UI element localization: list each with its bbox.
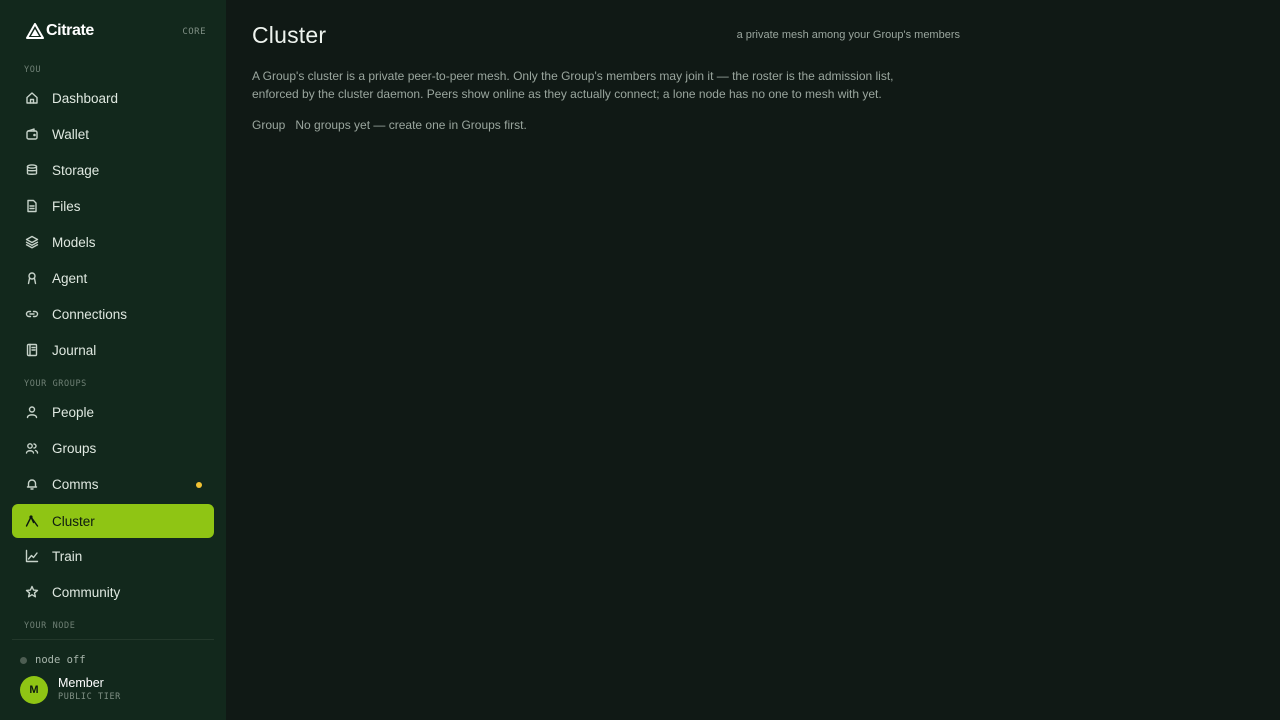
sidebar-item-label: Storage [52,162,100,178]
sidebar-item-train[interactable]: Train [12,539,214,573]
sidebar-item-label: Dashboard [52,90,119,106]
section-label-groups: YOUR GROUPS [24,379,87,389]
brand-logo[interactable]: Citrate [26,21,94,41]
section-label-node: YOUR NODE [24,621,76,631]
main-content: Cluster a private mesh among your Group'… [226,0,1280,720]
link-icon [25,307,39,321]
bell-icon [25,477,39,491]
sidebar-item-files[interactable]: Files [12,189,214,223]
sidebar-item-label: Comms [52,476,99,492]
sidebar-item-label: Agent [52,270,88,286]
sidebar-item-cluster[interactable]: Cluster [12,504,214,538]
user-tier: PUBLIC TIER [58,692,121,702]
page-title: Cluster [252,22,327,48]
group-label: Group [252,118,286,132]
file-icon [25,199,39,213]
sidebar-item-label: Wallet [52,126,90,142]
sidebar-item-agent[interactable]: Agent [12,261,214,295]
sidebar-item-label: Journal [52,342,97,358]
sidebar-item-label: Models [52,234,96,250]
sidebar: Citrate CORE YOU Dashboard Wallet Storag… [0,0,226,720]
sidebar-item-label: Groups [52,440,97,456]
node-status-label: node off [35,654,86,666]
status-dot [20,656,27,664]
sidebar-item-people[interactable]: People [12,395,214,429]
sidebar-item-label: People [52,404,95,420]
brand-tag: CORE [182,27,206,37]
layers-icon [25,235,39,249]
sidebar-item-label: Files [52,198,81,214]
sidebar-item-groups[interactable]: Groups [12,431,214,465]
sidebar-divider [12,639,214,640]
star-icon [25,585,39,599]
sidebar-item-dashboard[interactable]: Dashboard [12,81,214,115]
brand-name: Citrate [46,22,94,39]
group-empty-message: No groups yet — create one in Groups fir… [295,118,527,132]
sidebar-item-label: Connections [52,306,128,322]
page-subtitle: a private mesh among your Group's member… [736,29,960,41]
chart-line-icon [25,549,39,563]
cluster-icon [25,514,39,528]
person-icon [25,405,39,419]
notification-dot [196,482,202,488]
agent-icon [25,271,39,285]
page-description: A Group's cluster is a private peer-to-p… [252,69,894,101]
sidebar-item-label: Cluster [52,513,95,529]
sidebar-item-journal[interactable]: Journal [12,333,214,367]
sidebar-item-comms[interactable]: Comms [12,467,214,501]
journal-icon [25,343,39,357]
user-name[interactable]: Member [58,676,104,690]
sidebar-item-connections[interactable]: Connections [12,297,214,331]
citrate-logo-icon [26,23,44,39]
sidebar-item-wallet[interactable]: Wallet [12,117,214,151]
sidebar-item-models[interactable]: Models [12,225,214,259]
database-icon [25,163,39,177]
sidebar-item-storage[interactable]: Storage [12,153,214,187]
users-icon [25,441,39,455]
sidebar-item-community[interactable]: Community [12,575,214,609]
section-label-you: YOU [24,65,42,75]
sidebar-item-label: Community [52,584,121,600]
group-selector-row: Group No groups yet — create one in Grou… [252,118,527,132]
home-icon [25,91,39,105]
avatar[interactable]: M [20,676,48,704]
sidebar-item-label: Train [52,548,83,564]
wallet-icon [25,127,39,141]
node-status[interactable]: node off [20,654,86,666]
